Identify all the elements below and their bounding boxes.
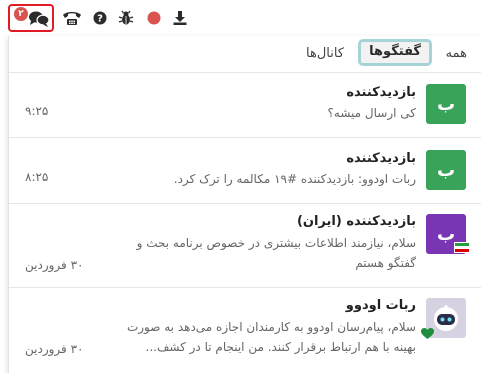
tab-all[interactable]: همه — [446, 41, 467, 67]
thread-date: ۳۰ فروردین — [25, 342, 84, 356]
thread-item[interactable]: ربات اودوو سلام، پیام‌رسان اودوو به کارم… — [9, 298, 481, 364]
bug-icon — [118, 10, 134, 25]
messaging-filter-tabs: همه گفتگوها کانال‌ها — [8, 36, 481, 72]
divider — [9, 72, 481, 73]
divider — [9, 203, 481, 204]
debug-button[interactable] — [116, 6, 136, 30]
messaging-dropdown-panel: همه گفتگوها کانال‌ها ب بازدیدکننده کی ار… — [8, 36, 481, 373]
unread-counter-badge: ۲ — [14, 7, 28, 21]
iran-flag-icon — [454, 242, 470, 253]
thread-last-message: کی ارسال میشه؟ — [327, 106, 416, 120]
avatar: ب — [426, 84, 466, 124]
thread-title: ربات اودوو — [345, 298, 416, 313]
thread-date: ۹:۲۵ — [25, 104, 49, 118]
thread-title: بازدیدکننده (ایران) — [296, 214, 416, 229]
thread-item[interactable]: ب بازدیدکننده (ایران) سلام، نیازمند اطلا… — [9, 214, 481, 280]
tab-chats[interactable]: گفتگوها — [358, 39, 432, 66]
download-icon — [173, 11, 187, 25]
svg-text:?: ? — [97, 14, 103, 25]
thread-title: بازدیدکننده — [346, 85, 416, 100]
thread-item[interactable]: ب بازدیدکننده کی ارسال میشه؟ ۹:۲۵ — [9, 84, 481, 134]
record-button[interactable] — [144, 6, 164, 30]
chat-bubbles-icon — [29, 11, 50, 27]
avatar: ب — [426, 150, 466, 190]
divider — [9, 287, 481, 288]
divider — [9, 137, 481, 138]
thread-last-message-line2: بهینه با هم ارتباط برقرار کنند. من اینجا… — [145, 340, 416, 354]
thread-last-message-line1: سلام، پیام‌رسان اودوو به کارمندان اجازه … — [126, 320, 416, 334]
thread-date: ۳۰ فروردین — [25, 258, 84, 272]
thread-title: بازدیدکننده — [346, 151, 416, 166]
help-button[interactable]: ? — [90, 6, 110, 30]
thread-item[interactable]: ب بازدیدکننده ربات اودوو: بازدیدکننده #۱… — [9, 150, 481, 200]
thread-last-message-line2: گفتگو هستم — [355, 256, 416, 270]
thread-last-message: ربات اودوو: بازدیدکننده #۱۹ مکالمه را تر… — [173, 172, 416, 186]
download-button[interactable] — [170, 6, 190, 30]
thread-date: ۸:۲۵ — [25, 170, 49, 184]
systray-bar: ۲ ? — [0, 0, 481, 36]
voip-phone-button[interactable] — [60, 6, 84, 30]
record-icon — [147, 11, 161, 25]
messaging-menu-button[interactable]: ۲ — [8, 4, 54, 32]
heart-icon — [421, 328, 434, 339]
phone-icon — [63, 12, 81, 25]
thread-last-message-line1: سلام، نیازمند اطلاعات بیشتری در خصوص برن… — [136, 236, 416, 250]
help-icon: ? — [93, 11, 107, 25]
tab-channels[interactable]: کانال‌ها — [306, 41, 344, 67]
